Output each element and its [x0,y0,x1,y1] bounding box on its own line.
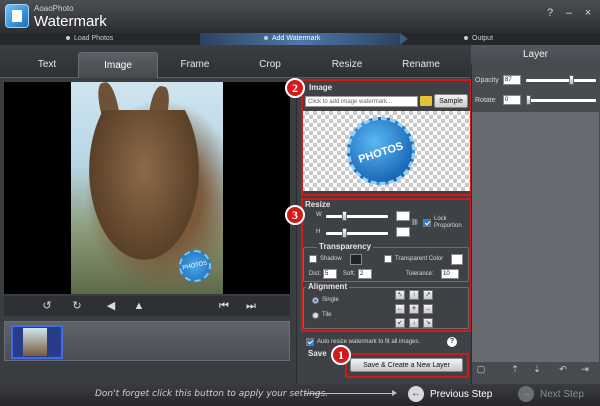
export-icon[interactable]: ⇥ [580,364,590,375]
step-label: Add Watermark [272,35,321,42]
previous-step-label: Previous Step [430,389,493,400]
tab-rename[interactable]: Rename [381,52,461,78]
callout-box-image [301,79,472,196]
previous-arrow-icon: ← [408,386,424,403]
rotate-input[interactable]: 0 [503,95,521,105]
tab-crop[interactable]: Crop [230,52,310,78]
step-bar: Load Photos Add Watermark Output [0,33,600,45]
tab-image[interactable]: Image [78,52,158,78]
rotate-left-icon[interactable]: ↺ [40,299,54,313]
layer-toolbar: ▢ ⇡ ⇣ ↶ ⇥ [472,363,599,377]
new-layer-icon[interactable]: ▢ [476,364,486,375]
rotate-slider[interactable] [526,99,596,102]
step-add-watermark[interactable]: Add Watermark [200,33,408,45]
tab-resize[interactable]: Resize [307,52,387,78]
move-up-icon[interactable]: ⇡ [510,364,520,375]
rotate-label: Rotate [475,97,496,104]
step-dot-icon [66,36,70,41]
callout-box-settings [301,198,472,332]
callout-number-1: 1 [331,345,351,365]
hint-arrow-icon [305,390,397,396]
next-step-label: Next Step [540,389,584,400]
auto-resize-checkbox[interactable] [306,338,314,346]
tab-bar: Text Image Frame Crop Resize Rename [0,45,470,78]
callout-number-3: 3 [285,205,305,225]
callout-box-save [345,353,469,378]
rotate-right-icon[interactable]: ↻ [70,299,84,313]
step-dot-icon [464,36,468,41]
layer-panel-title: Layer [471,45,600,65]
step-load-photos[interactable]: Load Photos [0,33,200,45]
opacity-slider[interactable] [526,79,596,82]
next-step-button[interactable]: → Next Step [518,386,584,403]
next-arrow-icon: → [518,386,534,403]
app-title: Watermark [34,13,107,30]
app-logo-icon [5,4,29,28]
next-photo-icon[interactable]: ⏭ [244,299,258,313]
tab-frame[interactable]: Frame [155,52,235,78]
minimize-icon[interactable]: – [563,7,575,19]
flip-vertical-icon[interactable]: ▲ [132,299,146,313]
watermark-preview[interactable]: PHOTOS [179,250,211,282]
opacity-label: Opacity [475,77,499,84]
apply-settings-hint: Don't forget click this button to apply … [95,389,329,399]
step-label: Load Photos [74,35,114,42]
window-controls: ? – × [544,7,594,19]
help-icon[interactable]: ? [447,337,457,347]
move-down-icon[interactable]: ⇣ [532,364,542,375]
title-bar: AoaoPhoto Watermark ? – × [0,0,600,33]
layer-list[interactable] [472,112,599,362]
step-dot-icon [264,36,268,41]
opacity-input[interactable]: 87 [503,75,521,85]
callout-number-2: 2 [285,78,305,98]
tab-text[interactable]: Text [7,52,87,78]
photo-head [89,110,199,260]
preview-controls: ↺ ↻ ◀ ▲ ⏮ ⏭ [4,296,290,316]
brand-small: AoaoPhoto [34,4,74,13]
previous-photo-icon[interactable]: ⏮ [217,299,231,313]
help-icon[interactable]: ? [544,7,556,19]
flip-horizontal-icon[interactable]: ◀ [104,299,118,313]
previous-step-button[interactable]: ← Previous Step [408,386,492,403]
filmstrip [4,321,290,361]
step-output[interactable]: Output [408,33,600,45]
save-section-title: Save [308,349,327,358]
step-label: Output [472,35,494,42]
watermark-preview-text: PHOTOS [182,260,208,272]
close-icon[interactable]: × [582,7,594,19]
rotate-slider-knob[interactable] [526,95,531,105]
photo-preview: PHOTOS [4,80,290,294]
auto-resize-label: Auto resize watermark to fit all images. [317,339,421,345]
opacity-slider-knob[interactable] [569,75,574,85]
undo-icon[interactable]: ↶ [558,364,568,375]
kangaroo-photo: PHOTOS [71,80,223,294]
photo-thumbnail[interactable] [11,325,63,359]
